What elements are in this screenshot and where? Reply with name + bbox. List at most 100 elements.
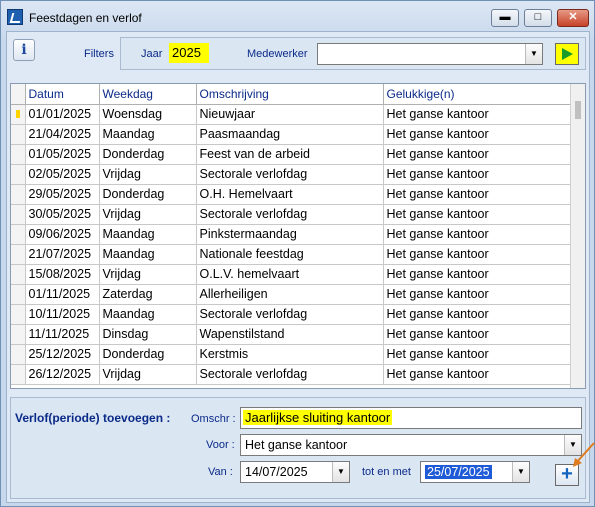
cell-gelukkigen[interactable]: Het ganse kantoor bbox=[383, 304, 572, 325]
cell-datum[interactable]: 29/05/2025 bbox=[25, 184, 100, 205]
table-row[interactable]: 11/11/2025 Dinsdag Wapenstilstand Het ganse… bbox=[11, 324, 572, 345]
table-row[interactable]: 02/05/2025 Vrijdag Sectorale verlofdag Het … bbox=[11, 164, 572, 185]
row-indicator[interactable] bbox=[11, 184, 26, 205]
cell-datum[interactable]: 30/05/2025 bbox=[25, 204, 100, 225]
cell-weekdag[interactable]: Maandag bbox=[99, 244, 197, 265]
cell-datum[interactable]: 02/05/2025 bbox=[25, 164, 100, 185]
cell-gelukkigen[interactable]: Het ganse kantoor bbox=[383, 344, 572, 365]
cell-datum[interactable]: 21/04/2025 bbox=[25, 124, 100, 145]
table-row[interactable]: 15/08/2025 Vrijdag O.L.V. hemelvaart Het ga… bbox=[11, 264, 572, 285]
table-row[interactable]: 01/05/2025 Donderdag Feest van de arbeid He… bbox=[11, 144, 572, 165]
cell-gelukkigen[interactable]: Het ganse kantoor bbox=[383, 184, 572, 205]
jaar-input[interactable]: 2025 bbox=[169, 43, 209, 63]
chevron-down-icon[interactable]: ▼ bbox=[525, 44, 542, 64]
cell-omschrijving[interactable]: Nationale feestdag bbox=[196, 244, 384, 265]
cell-gelukkigen[interactable]: Het ganse kantoor bbox=[383, 364, 572, 385]
cell-weekdag[interactable]: Donderdag bbox=[99, 344, 197, 365]
row-indicator[interactable] bbox=[11, 324, 26, 345]
cell-weekdag[interactable]: Vrijdag bbox=[99, 204, 197, 225]
cell-weekdag[interactable]: Zaterdag bbox=[99, 284, 197, 305]
cell-omschrijving[interactable]: O.H. Hemelvaart bbox=[196, 184, 384, 205]
row-indicator[interactable] bbox=[11, 124, 26, 145]
table-row[interactable]: 25/12/2025 Donderdag Kerstmis Het ganse kan… bbox=[11, 344, 572, 365]
column-header-gelukkigen[interactable]: Gelukkige(n) bbox=[383, 84, 572, 105]
cell-omschrijving[interactable]: Allerheiligen bbox=[196, 284, 384, 305]
cell-gelukkigen[interactable]: Het ganse kantoor bbox=[383, 144, 572, 165]
cell-gelukkigen[interactable]: Het ganse kantoor bbox=[383, 204, 572, 225]
tot-date-picker[interactable]: 25/07/2025 ▼ bbox=[420, 461, 530, 483]
table-row[interactable]: 21/07/2025 Maandag Nationale feestdag Het g… bbox=[11, 244, 572, 265]
cell-omschrijving[interactable]: Kerstmis bbox=[196, 344, 384, 365]
vertical-scrollbar[interactable] bbox=[570, 84, 585, 388]
cell-gelukkigen[interactable]: Het ganse kantoor bbox=[383, 124, 572, 145]
row-indicator[interactable] bbox=[11, 284, 26, 305]
table-row[interactable]: 10/11/2025 Maandag Sectorale verlofdag Het … bbox=[11, 304, 572, 325]
cell-weekdag[interactable]: Vrijdag bbox=[99, 364, 197, 385]
info-button[interactable]: i bbox=[13, 39, 35, 61]
close-button[interactable]: ✕ bbox=[557, 9, 589, 27]
column-header-datum[interactable]: Datum bbox=[25, 84, 100, 105]
cell-weekdag[interactable]: Dinsdag bbox=[99, 324, 197, 345]
cell-omschrijving[interactable]: Sectorale verlofdag bbox=[196, 204, 384, 225]
cell-omschrijving[interactable]: Paasmaandag bbox=[196, 124, 384, 145]
cell-datum[interactable]: 10/11/2025 bbox=[25, 304, 100, 325]
cell-weekdag[interactable]: Vrijdag bbox=[99, 264, 197, 285]
minimize-button[interactable]: ▬ bbox=[491, 9, 519, 27]
column-header-omschrijving[interactable]: Omschrijving bbox=[196, 84, 384, 105]
row-indicator[interactable] bbox=[11, 104, 26, 125]
table-row[interactable]: 01/11/2025 Zaterdag Allerheiligen Het ganse… bbox=[11, 284, 572, 305]
row-indicator[interactable] bbox=[11, 244, 26, 265]
cell-omschrijving[interactable]: Sectorale verlofdag bbox=[196, 304, 384, 325]
table-row[interactable]: 30/05/2025 Vrijdag Sectorale verlofdag Het … bbox=[11, 204, 572, 225]
cell-omschrijving[interactable]: Sectorale verlofdag bbox=[196, 164, 384, 185]
cell-omschrijving[interactable]: Nieuwjaar bbox=[196, 104, 384, 125]
column-header-weekdag[interactable]: Weekdag bbox=[99, 84, 197, 105]
cell-gelukkigen[interactable]: Het ganse kantoor bbox=[383, 164, 572, 185]
table-row[interactable]: 26/12/2025 Vrijdag Sectorale verlofdag Het … bbox=[11, 364, 572, 385]
cell-weekdag[interactable]: Maandag bbox=[99, 224, 197, 245]
cell-weekdag[interactable]: Maandag bbox=[99, 304, 197, 325]
cell-datum[interactable]: 21/07/2025 bbox=[25, 244, 100, 265]
table-row[interactable]: 09/06/2025 Maandag Pinkstermaandag Het gans… bbox=[11, 224, 572, 245]
cell-datum[interactable]: 11/11/2025 bbox=[25, 324, 100, 345]
cell-gelukkigen[interactable]: Het ganse kantoor bbox=[383, 104, 572, 125]
cell-gelukkigen[interactable]: Het ganse kantoor bbox=[383, 284, 572, 305]
cell-gelukkigen[interactable]: Het ganse kantoor bbox=[383, 324, 572, 345]
cell-datum[interactable]: 25/12/2025 bbox=[25, 344, 100, 365]
cell-omschrijving[interactable]: Feest van de arbeid bbox=[196, 144, 384, 165]
row-indicator[interactable] bbox=[11, 364, 26, 385]
cell-gelukkigen[interactable]: Het ganse kantoor bbox=[383, 244, 572, 265]
cell-gelukkigen[interactable]: Het ganse kantoor bbox=[383, 264, 572, 285]
cell-omschrijving[interactable]: Wapenstilstand bbox=[196, 324, 384, 345]
van-date-picker[interactable]: 14/07/2025 ▼ bbox=[240, 461, 350, 483]
cell-datum[interactable]: 01/01/2025 bbox=[25, 104, 100, 125]
row-indicator[interactable] bbox=[11, 224, 26, 245]
voor-select[interactable]: Het ganse kantoor ▼ bbox=[240, 434, 582, 456]
row-indicator[interactable] bbox=[11, 204, 26, 225]
cell-omschrijving[interactable]: Sectorale verlofdag bbox=[196, 364, 384, 385]
cell-datum[interactable]: 01/05/2025 bbox=[25, 144, 100, 165]
cell-weekdag[interactable]: Woensdag bbox=[99, 104, 197, 125]
row-indicator[interactable] bbox=[11, 144, 26, 165]
cell-weekdag[interactable]: Vrijdag bbox=[99, 164, 197, 185]
cell-omschrijving[interactable]: Pinkstermaandag bbox=[196, 224, 384, 245]
scrollbar-thumb[interactable] bbox=[575, 101, 581, 119]
cell-datum[interactable]: 15/08/2025 bbox=[25, 264, 100, 285]
maximize-button[interactable]: □ bbox=[524, 9, 552, 27]
row-indicator[interactable] bbox=[11, 304, 26, 325]
table-row[interactable]: 29/05/2025 Donderdag O.H. Hemelvaart Het ga… bbox=[11, 184, 572, 205]
chevron-down-icon[interactable]: ▼ bbox=[512, 462, 529, 482]
cell-weekdag[interactable]: Donderdag bbox=[99, 144, 197, 165]
cell-datum[interactable]: 26/12/2025 bbox=[25, 364, 100, 385]
cell-omschrijving[interactable]: O.L.V. hemelvaart bbox=[196, 264, 384, 285]
cell-datum[interactable]: 01/11/2025 bbox=[25, 284, 100, 305]
row-indicator[interactable] bbox=[11, 264, 26, 285]
chevron-down-icon[interactable]: ▼ bbox=[332, 462, 349, 482]
row-indicator[interactable] bbox=[11, 344, 26, 365]
cell-weekdag[interactable]: Maandag bbox=[99, 124, 197, 145]
cell-gelukkigen[interactable]: Het ganse kantoor bbox=[383, 224, 572, 245]
table-row[interactable]: 01/01/2025 Woensdag Nieuwjaar Het ganse kan… bbox=[11, 104, 572, 125]
medewerker-select[interactable]: ▼ bbox=[317, 43, 543, 65]
row-indicator[interactable] bbox=[11, 164, 26, 185]
omschr-input[interactable]: Jaarlijkse sluiting kantoor bbox=[240, 407, 582, 429]
